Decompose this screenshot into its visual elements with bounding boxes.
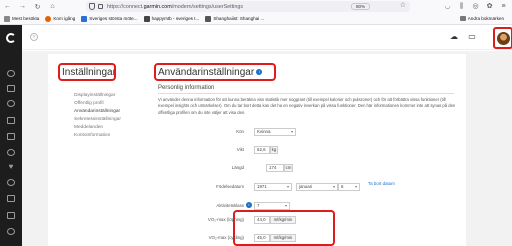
weight-input[interactable]: 62,6 bbox=[254, 146, 270, 154]
activity-class-value: 7 bbox=[257, 203, 260, 208]
bookmark-favicon-icon bbox=[143, 15, 150, 22]
bookmark-favicon-icon bbox=[81, 15, 88, 22]
settings-card: Inställningar Displayinställningar Offen… bbox=[48, 54, 466, 246]
lock-icon[interactable] bbox=[98, 4, 103, 9]
gear-icon[interactable] bbox=[7, 195, 15, 202]
activity-class-label: Aktivitetsklass bbox=[216, 203, 244, 208]
main-content: Inställningar Displayinställningar Offen… bbox=[22, 51, 512, 246]
vo2max-cycling-input[interactable]: 45,0 bbox=[254, 234, 270, 242]
chevron-down-icon: ▾ bbox=[286, 184, 289, 189]
vo2max-running-label: VO₂-max (löpning) bbox=[207, 217, 244, 222]
bookmarks-bar: Mest besökta Kom igång Sveriges största … bbox=[0, 13, 512, 25]
bookmark-item[interactable]: happymtb - sveriges t... bbox=[143, 15, 199, 22]
settings-nav-item[interactable]: Sekretessinställningar bbox=[74, 116, 121, 124]
avatar-highlight bbox=[493, 27, 512, 49]
url-text[interactable]: https://connect.garmin.com/modern/settin… bbox=[107, 4, 243, 10]
vo2max-running-input[interactable]: 44,0 bbox=[254, 216, 270, 224]
menu-icon[interactable]: ≡ bbox=[500, 3, 507, 10]
chevron-down-icon: ▾ bbox=[290, 129, 293, 134]
home-icon[interactable]: ⌂ bbox=[48, 0, 57, 13]
personal-info-heading: Personlig information bbox=[158, 85, 215, 91]
expand-sidebar-icon[interactable]: › bbox=[30, 33, 38, 41]
pocket-icon[interactable]: ◡ bbox=[444, 3, 451, 10]
chevron-down-icon: ▾ bbox=[354, 184, 357, 189]
back-icon[interactable]: ← bbox=[3, 0, 12, 13]
birth-month-select[interactable]: januari ▾ bbox=[296, 183, 338, 191]
birth-year-value: 1971 bbox=[257, 184, 267, 189]
weight-label: Vikt bbox=[236, 147, 244, 152]
extensions-icon[interactable]: ✿ bbox=[486, 3, 493, 10]
browser-toolbar: ← → ↻ ⌂ https://connect.garmin.com/moder… bbox=[0, 0, 512, 13]
chevron-down-icon: ▾ bbox=[284, 203, 287, 208]
upload-cloud-icon[interactable]: ☁ bbox=[450, 33, 458, 41]
activities-icon[interactable] bbox=[7, 85, 15, 92]
height-unit: cm bbox=[284, 164, 293, 172]
settings-nav-item-active[interactable]: Användarinställningar bbox=[74, 108, 121, 116]
section-title-highlight bbox=[154, 63, 276, 81]
bookmark-favicon-icon bbox=[205, 15, 212, 22]
page-title-highlight bbox=[58, 63, 116, 81]
settings-nav-item[interactable]: Meddelanden bbox=[74, 124, 121, 132]
gender-label: Kön bbox=[236, 129, 244, 134]
description-text: Vi använder denna information för att ku… bbox=[158, 97, 456, 115]
bookmark-item[interactable]: Mest besökta bbox=[4, 15, 39, 22]
bookmark-item[interactable]: Sveriges största möte... bbox=[81, 15, 138, 22]
height-label: Längd bbox=[231, 165, 244, 170]
settings-nav-item[interactable]: Displayinställningar bbox=[74, 92, 121, 100]
devices-icon[interactable] bbox=[7, 212, 15, 219]
forward-icon[interactable]: → bbox=[18, 0, 27, 13]
height-input[interactable]: 174 bbox=[266, 164, 284, 172]
firefox-icon bbox=[45, 15, 52, 22]
library-icon[interactable]: ⫼ bbox=[458, 3, 465, 10]
vo2max-cycling-unit: ml/kg/min bbox=[270, 234, 296, 242]
activity-class-select[interactable]: 7 ▾ bbox=[254, 202, 290, 210]
reload-icon[interactable]: ↻ bbox=[33, 0, 42, 13]
app-sidebar: ♥ bbox=[0, 25, 22, 246]
calendar-icon[interactable] bbox=[7, 117, 15, 124]
weight-unit: kg bbox=[270, 146, 278, 154]
performance-icon[interactable] bbox=[7, 100, 15, 107]
folder-icon bbox=[459, 16, 466, 21]
birthdate-label: Födelsedatum bbox=[216, 184, 244, 189]
health-heart-icon[interactable]: ♥ bbox=[7, 163, 15, 171]
vo2max-cycling-label: VO₂-max (cykling) bbox=[208, 235, 244, 240]
remove-date-link[interactable]: Ta bort datum bbox=[368, 181, 395, 186]
birth-year-select[interactable]: 1971 ▾ bbox=[254, 183, 292, 191]
other-bookmarks[interactable]: Andra bokmärken bbox=[459, 16, 504, 21]
inbox-icon[interactable]: ▭ bbox=[468, 33, 476, 41]
app-header: › ☁ ▭ bbox=[22, 25, 512, 50]
gender-select[interactable]: Kvinna ▾ bbox=[254, 128, 296, 136]
gender-value: Kvinna bbox=[257, 129, 271, 134]
chevron-down-icon: ▾ bbox=[332, 184, 335, 189]
divider bbox=[158, 93, 454, 94]
connections-icon[interactable] bbox=[7, 179, 15, 186]
birth-day-select[interactable]: 6 ▾ bbox=[338, 183, 360, 191]
zoom-level-badge[interactable]: 80% bbox=[351, 3, 371, 10]
settings-nav-item[interactable]: Offentlig profil bbox=[74, 100, 121, 108]
settings-nav: Displayinställningar Offentlig profil An… bbox=[74, 92, 121, 140]
vo2max-running-unit: ml/kg/min bbox=[270, 216, 296, 224]
tracking-shield-icon[interactable] bbox=[89, 3, 95, 10]
garmin-logo-icon[interactable] bbox=[6, 33, 16, 43]
bookmark-item[interactable]: Shanghaiist: Shanghai ... bbox=[205, 15, 264, 22]
info-icon[interactable]: i bbox=[246, 202, 252, 208]
reports-icon[interactable] bbox=[7, 133, 15, 140]
bookmark-favicon-icon bbox=[4, 15, 10, 22]
bookmark-star-icon[interactable]: ☆ bbox=[400, 2, 406, 10]
birth-month-value: januari bbox=[299, 184, 313, 189]
dashboard-icon[interactable] bbox=[7, 70, 15, 77]
settings-nav-item[interactable]: Kontoinformation bbox=[74, 132, 121, 140]
insights-icon[interactable] bbox=[7, 228, 15, 235]
account-icon[interactable]: ◎ bbox=[472, 3, 479, 10]
address-bar[interactable]: https://connect.garmin.com/modern/settin… bbox=[86, 1, 410, 12]
birth-day-value: 6 bbox=[341, 184, 344, 189]
training-icon[interactable] bbox=[7, 149, 15, 156]
bookmark-item[interactable]: Kom igång bbox=[45, 15, 75, 22]
